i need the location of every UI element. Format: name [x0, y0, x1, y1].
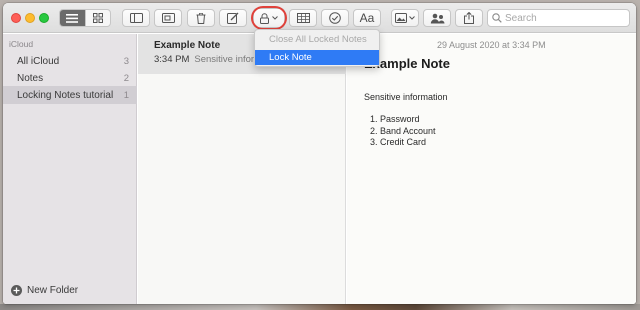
sidebar-item-notes[interactable]: Notes 2: [3, 69, 137, 87]
folder-count: 1: [123, 89, 129, 101]
share-icon: [464, 12, 474, 24]
sidebar-icon: [129, 13, 143, 23]
list-item: 2. Band Account: [370, 125, 436, 136]
plus-circle-icon: [11, 285, 22, 296]
folder-name: Locking Notes tutorial: [17, 89, 114, 101]
editor-intro-text: Sensitive information: [364, 92, 448, 102]
delete-note-button[interactable]: [187, 9, 215, 27]
note-list: Example Note 3:34 PM Sensitive informatio…: [138, 34, 346, 304]
media-button[interactable]: [391, 9, 419, 27]
menu-item-lock-note[interactable]: Lock Note: [255, 50, 379, 65]
collaborate-button[interactable]: [423, 9, 451, 27]
list-view-icon: [66, 13, 79, 23]
list-view-button[interactable]: [60, 10, 85, 26]
checkmark-circle-icon: [329, 12, 341, 24]
chevron-down-icon: [409, 16, 415, 20]
checklist-button[interactable]: [321, 9, 349, 27]
new-note-button[interactable]: [219, 9, 247, 27]
search-icon: [492, 13, 502, 23]
note-time: 3:34 PM: [154, 54, 190, 65]
new-folder-label: New Folder: [27, 285, 79, 296]
view-mode-segment: [59, 9, 111, 27]
attachments-button[interactable]: [154, 9, 182, 27]
new-folder-button[interactable]: New Folder: [11, 285, 78, 296]
table-icon: [296, 13, 310, 23]
editor-numbered-list: 1. Password 2. Band Account 3. Credit Ca…: [370, 114, 436, 149]
list-item: 3. Credit Card: [370, 137, 427, 147]
notes-window: Aa Search iCloud All iCloud 3 Notes 2 Lo…: [3, 3, 636, 304]
folder-name: Notes: [17, 72, 44, 84]
format-label: Aa: [359, 11, 375, 25]
account-header: iCloud: [9, 39, 34, 49]
folder-sidebar: iCloud All iCloud 3 Notes 2 Locking Note…: [3, 34, 137, 304]
gallery-view-icon: [92, 13, 103, 23]
folder-count: 2: [123, 72, 129, 84]
folder-name: All iCloud: [17, 55, 60, 67]
desktop-background: [0, 304, 640, 310]
add-people-icon: [430, 13, 444, 23]
search-field[interactable]: [487, 9, 630, 27]
folder-count: 3: [123, 55, 129, 67]
sidebar-item-all-icloud[interactable]: All iCloud 3: [3, 52, 137, 70]
sidebar-item-locking-notes-tutorial[interactable]: Locking Notes tutorial 1: [3, 86, 137, 104]
trash-icon: [196, 12, 206, 24]
table-button[interactable]: [289, 9, 317, 27]
compose-icon: [227, 12, 239, 24]
list-item: 1. Password: [370, 114, 420, 124]
photo-icon: [395, 13, 407, 23]
toggle-sidebar-button[interactable]: [122, 9, 150, 27]
zoom-window-button[interactable]: [39, 13, 49, 23]
note-editor[interactable]: 29 August 2020 at 3:34 PM Example Note S…: [347, 34, 636, 304]
minimize-window-button[interactable]: [25, 13, 35, 23]
gallery-view-button[interactable]: [84, 10, 111, 26]
lock-dropdown-menu: Close All Locked Notes Lock Note: [254, 29, 380, 67]
note-date: 29 August 2020 at 3:34 PM: [437, 40, 546, 50]
share-button[interactable]: [455, 9, 483, 27]
lock-button-highlight-ring: [251, 6, 287, 30]
close-window-button[interactable]: [11, 13, 21, 23]
format-button[interactable]: Aa: [353, 9, 381, 27]
search-input[interactable]: [505, 12, 615, 24]
attachments-browser-icon: [161, 13, 175, 23]
menu-item-close-all-locked-notes: Close All Locked Notes: [269, 34, 367, 45]
